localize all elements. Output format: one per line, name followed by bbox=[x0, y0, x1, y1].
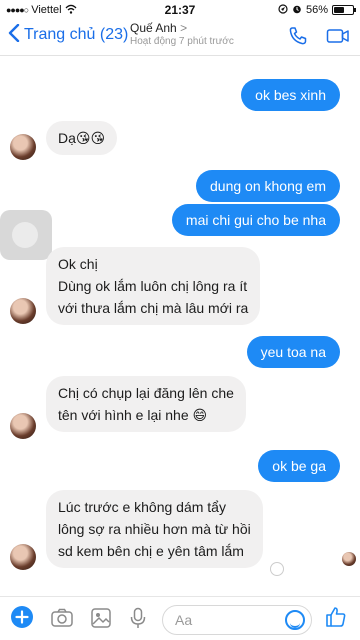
message-text: dung on khong em bbox=[210, 178, 326, 194]
avatar[interactable] bbox=[10, 298, 36, 324]
message-line: Ok chị bbox=[58, 256, 98, 272]
message-composer: Aa bbox=[0, 596, 360, 640]
chevron-left-icon bbox=[8, 23, 20, 46]
back-button[interactable]: Trang chủ (23) bbox=[8, 23, 129, 46]
gallery-icon[interactable] bbox=[90, 607, 112, 634]
thumbs-up-icon[interactable] bbox=[324, 605, 348, 634]
message-line: Dùng ok lắm luôn chị lông ra ít bbox=[58, 278, 248, 294]
contact-status: Hoạt động 7 phút trước bbox=[130, 36, 234, 47]
contact-name-row: Quế Anh > bbox=[130, 21, 250, 35]
message-input-placeholder: Aa bbox=[175, 612, 193, 628]
message-outgoing[interactable]: mai chi gui cho be nha bbox=[171, 204, 340, 236]
blurred-thumbnail bbox=[0, 210, 52, 260]
message-outgoing[interactable]: yeu toa na bbox=[246, 336, 340, 368]
phone-icon[interactable] bbox=[288, 26, 308, 51]
avatar[interactable] bbox=[10, 134, 36, 160]
chat-header: Trang chủ (23) Quế Anh > Hoạt động 7 phú… bbox=[0, 20, 360, 56]
avatar[interactable] bbox=[10, 413, 36, 439]
message-outgoing[interactable]: ok be ga bbox=[258, 450, 340, 482]
message-outgoing[interactable]: dung on khong em bbox=[196, 170, 340, 202]
header-actions bbox=[288, 26, 350, 51]
contact-name: Quế Anh bbox=[130, 21, 177, 35]
emoji-icon[interactable] bbox=[285, 610, 305, 630]
message-line: tên với hình e lại nhe 😄 bbox=[58, 407, 208, 423]
message-text: mai chi gui cho be nha bbox=[185, 212, 326, 228]
battery-icon bbox=[332, 5, 356, 15]
video-call-icon[interactable] bbox=[326, 26, 350, 51]
microphone-icon[interactable] bbox=[128, 607, 148, 634]
plus-icon[interactable] bbox=[10, 605, 34, 634]
message-input[interactable]: Aa bbox=[162, 605, 312, 635]
message-text: ok bes xinh bbox=[255, 87, 326, 103]
message-incoming[interactable]: Dạ😘😘 bbox=[46, 121, 118, 155]
status-bar: ●●●●○ Viettel 21:37 56% bbox=[0, 0, 360, 20]
avatar[interactable] bbox=[10, 544, 36, 570]
message-line: Chị có chụp lại đăng lên che bbox=[58, 385, 234, 401]
message-line: Lúc trước e không dám tẩy bbox=[58, 499, 226, 515]
reaction-add-icon[interactable] bbox=[270, 562, 284, 576]
message-line: sd kem bên chị e yên tâm lắm bbox=[58, 543, 244, 559]
camera-icon[interactable] bbox=[50, 607, 74, 634]
message-text: Dạ😘😘 bbox=[58, 130, 106, 146]
contact-chevron: > bbox=[180, 21, 188, 35]
message-outgoing[interactable]: ok bes xinh bbox=[241, 79, 340, 111]
message-line: lông sợ ra nhiều hơn mà từ hồi bbox=[58, 521, 251, 537]
message-incoming[interactable]: Chị có chụp lại đăng lên che tên với hìn… bbox=[46, 376, 246, 432]
contact-info[interactable]: Quế Anh > Hoạt động 7 phút trước bbox=[130, 21, 250, 47]
clock: 21:37 bbox=[164, 3, 196, 17]
message-incoming[interactable]: Ok chị Dùng ok lắm luôn chị lông ra ít v… bbox=[46, 247, 261, 325]
message-text: yeu toa na bbox=[260, 344, 326, 360]
message-text: ok be ga bbox=[272, 458, 326, 474]
message-incoming[interactable]: Lúc trước e không dám tẩy lông sợ ra nhi… bbox=[46, 490, 263, 568]
message-line: với thưa lắm chị mà lâu mới ra bbox=[58, 300, 249, 316]
seen-avatar bbox=[342, 552, 356, 566]
back-label: Trang chủ (23) bbox=[24, 26, 129, 43]
